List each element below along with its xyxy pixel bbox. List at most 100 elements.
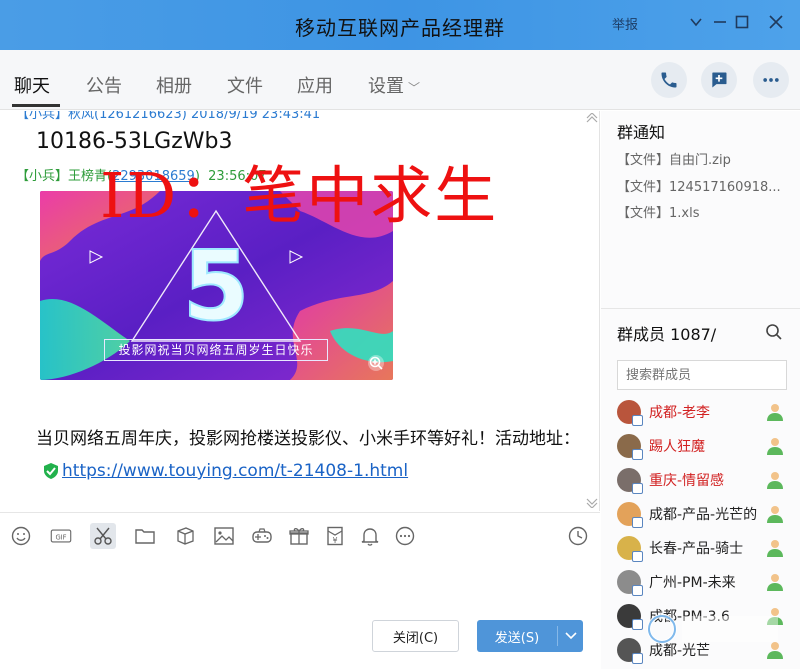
clock-icon xyxy=(568,526,588,546)
member-role-icon xyxy=(767,438,783,455)
watermark-logo xyxy=(647,614,778,644)
device-badge-icon xyxy=(632,517,643,528)
title-bar: 移动互联网产品经理群 举报 xyxy=(0,0,800,50)
reminder-button[interactable] xyxy=(357,523,383,549)
avatar[interactable] xyxy=(617,468,643,494)
chat-message-area[interactable]: 【小兵】秋风(1261216623) 2018/9/19 23:43:41 10… xyxy=(0,111,600,511)
window-title: 移动互联网产品经理群 xyxy=(295,16,505,40)
phone-icon xyxy=(661,72,677,88)
svg-text:¥: ¥ xyxy=(332,536,337,545)
tab-apps[interactable]: 应用 xyxy=(297,72,333,98)
member-search-input[interactable] xyxy=(617,360,787,390)
member-name: 长春-产品-骑士 xyxy=(649,541,744,557)
gift-button[interactable] xyxy=(286,523,312,549)
tab-files[interactable]: 文件 xyxy=(227,72,263,98)
member-rank-tag: 【小兵】 xyxy=(16,169,69,184)
member-role-icon xyxy=(767,540,783,557)
safe-link-shield-icon xyxy=(44,463,58,479)
notice-file-item[interactable]: 【文件】自由门.zip xyxy=(617,149,797,168)
report-link[interactable]: 举报 xyxy=(612,14,638,33)
member-list-item[interactable]: 长春-产品-骑士 xyxy=(617,533,797,563)
scroll-down-icon[interactable] xyxy=(586,498,598,509)
send-button[interactable]: 发送(S) xyxy=(477,620,583,652)
close-button[interactable]: 关闭(C) xyxy=(372,620,459,652)
member-list-item[interactable]: 广州-PM-未来 xyxy=(617,567,797,597)
dropdown-menu-icon[interactable] xyxy=(686,12,706,32)
send-options-chevron-icon[interactable] xyxy=(558,632,583,640)
cube-icon xyxy=(177,527,194,545)
avatar[interactable] xyxy=(617,434,643,460)
panel-divider xyxy=(601,308,800,309)
more-tools-button[interactable] xyxy=(392,523,418,549)
avatar[interactable] xyxy=(617,502,643,528)
minimize-icon[interactable] xyxy=(710,12,730,32)
avatar[interactable] xyxy=(617,536,643,562)
banner-big-five: 5 xyxy=(183,230,250,342)
tab-settings-label: 设置 xyxy=(368,76,404,97)
more-circle-icon xyxy=(395,526,415,546)
member-name: 广州-PM-未来 xyxy=(649,575,736,591)
folder-icon xyxy=(135,529,155,544)
watermark-text: ID：笔中求生 xyxy=(100,159,499,232)
tab-announcement[interactable]: 公告 xyxy=(86,72,122,98)
banner-caption: 投影网祝当贝网络五周岁生日快乐 xyxy=(104,339,328,361)
scroll-up-icon[interactable] xyxy=(586,112,598,123)
zoom-in-icon[interactable] xyxy=(367,354,385,372)
gamepad-button[interactable] xyxy=(249,523,275,549)
promo-text: 当贝网络五周年庆，投影网抢楼送投影仪、小米手环等好礼！活动地址： xyxy=(36,429,580,449)
smiley-icon xyxy=(11,526,31,546)
right-panel: 群通知 【文件】自由门.zip 【文件】124517160918... 【文件】… xyxy=(601,111,800,669)
gamepad-icon xyxy=(252,528,272,543)
notice-file-item[interactable]: 【文件】1.xls xyxy=(617,202,797,221)
member-list-item[interactable]: 重庆-情留感 xyxy=(617,465,797,495)
tab-chat[interactable]: 聊天 xyxy=(14,72,50,98)
gif-button[interactable]: GIF xyxy=(48,523,74,549)
new-chat-button[interactable] xyxy=(701,62,737,98)
member-list-item[interactable]: 成都-产品-光芒的 xyxy=(617,499,797,529)
screenshot-button[interactable] xyxy=(90,523,116,549)
more-options-button[interactable] xyxy=(753,62,789,98)
close-icon[interactable] xyxy=(766,12,786,32)
member-name: 踢人狂魔 xyxy=(649,439,705,455)
member-role-icon xyxy=(767,506,783,523)
device-badge-icon xyxy=(632,415,643,426)
bell-icon xyxy=(361,528,379,546)
group-notice-title[interactable]: 群通知 xyxy=(617,119,665,143)
member-name: 重庆-情留感 xyxy=(649,473,725,489)
tab-settings[interactable]: 设置 ﹀ xyxy=(368,72,420,98)
gif-icon: GIF xyxy=(50,529,72,543)
avatar[interactable] xyxy=(617,400,643,426)
member-role-icon xyxy=(767,404,783,421)
notice-file-item[interactable]: 【文件】124517160918... xyxy=(617,176,797,195)
more-dots-icon xyxy=(763,78,779,82)
chevron-down-icon: ﹀ xyxy=(408,81,421,95)
tab-album[interactable]: 相册 xyxy=(156,72,192,98)
red-packet-icon: ¥ xyxy=(327,526,343,546)
phone-call-button[interactable] xyxy=(651,62,687,98)
gift-icon xyxy=(289,528,309,545)
scissors-icon xyxy=(94,527,112,545)
avatar[interactable] xyxy=(617,570,643,596)
message-input-area[interactable]: 关闭(C) 发送(S) xyxy=(0,558,600,669)
cube-app-button[interactable] xyxy=(172,523,198,549)
image-icon xyxy=(214,527,234,545)
member-list-item[interactable]: 踢人狂魔 xyxy=(617,431,797,461)
image-button[interactable] xyxy=(211,523,237,549)
member-list-item[interactable]: 成都-老李 xyxy=(617,397,797,427)
promo-link[interactable]: https://www.touying.com/t-21408-1.html xyxy=(62,461,408,481)
chat-add-icon xyxy=(712,72,727,88)
send-label: 发送(S) xyxy=(494,630,540,646)
emoji-button[interactable] xyxy=(8,523,34,549)
active-tab-indicator xyxy=(12,104,60,107)
input-toolbar: GIF ¥ xyxy=(0,512,600,558)
member-role-icon xyxy=(767,574,783,591)
folder-button[interactable] xyxy=(132,523,158,549)
history-button[interactable] xyxy=(565,523,591,549)
tab-bar: 聊天 公告 相册 文件 应用 设置 ﹀ xyxy=(0,50,800,110)
red-packet-button[interactable]: ¥ xyxy=(322,523,348,549)
search-icon[interactable] xyxy=(765,323,783,341)
member-name: 成都-产品-光芒的 xyxy=(649,507,758,523)
maximize-icon[interactable] xyxy=(732,12,752,32)
device-badge-icon xyxy=(632,449,643,460)
member-role-icon xyxy=(767,472,783,489)
